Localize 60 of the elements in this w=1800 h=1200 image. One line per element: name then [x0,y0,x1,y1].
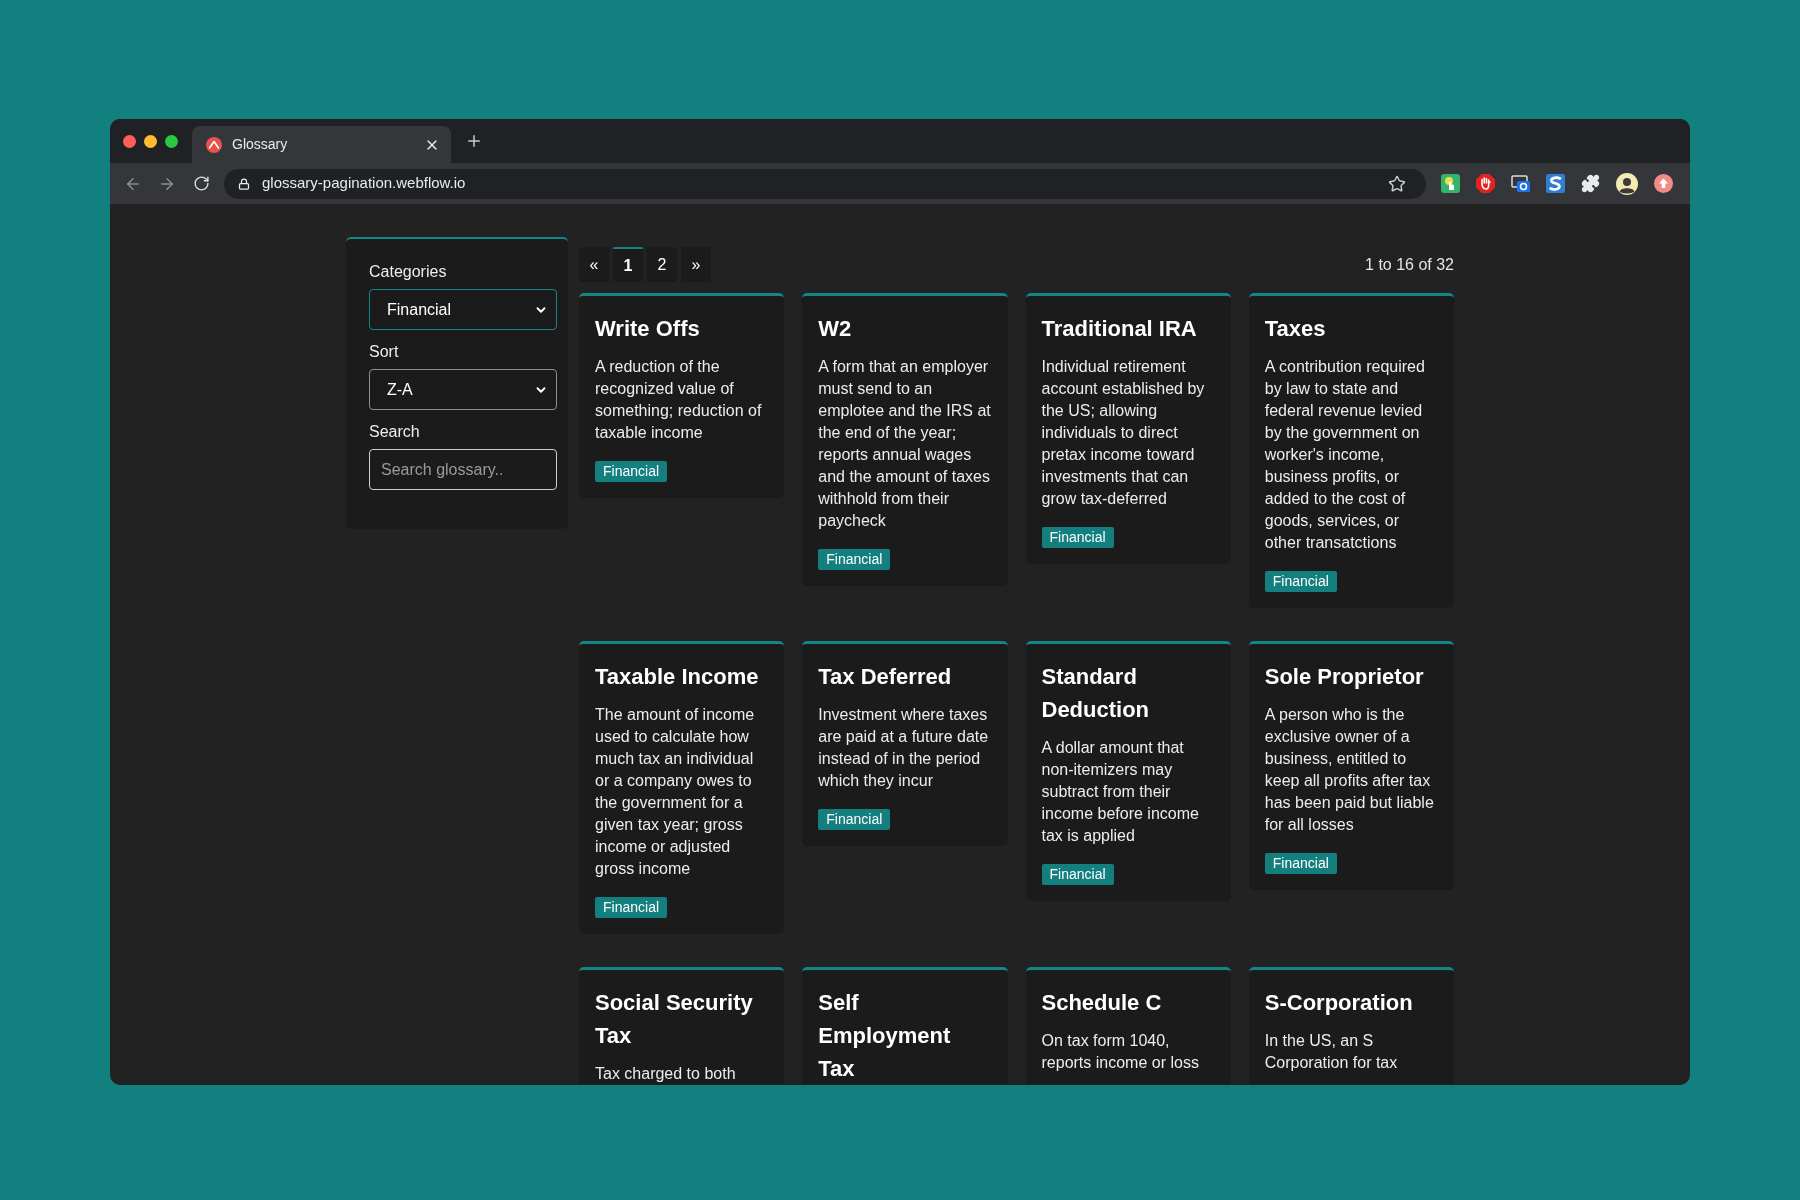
category-tag: Financial [595,461,668,482]
category-tag: Financial [1041,527,1114,548]
card-title: S-Corporation [1264,989,1413,1017]
page-button[interactable]: » [681,247,711,282]
search-field[interactable]: Search glossary.. [369,449,557,490]
card-title: Social Security Tax [595,989,754,1050]
category-tag: Financial [818,809,891,830]
puzzle-icon[interactable] [1581,174,1600,193]
result-count: 1 to 16 of 32 [1365,254,1454,275]
window-close-icon[interactable] [123,134,136,148]
card-description: In the US, an S Corporation for tax [1264,1031,1399,1073]
window-maximize-icon[interactable] [165,134,178,148]
category-tag: Financial [1264,571,1337,592]
stop-hand-icon[interactable] [1476,174,1495,193]
new-tab-icon[interactable] [465,132,483,150]
extension-tile-icon[interactable] [1546,174,1565,193]
card-title: Taxable Income [595,663,759,691]
page-button[interactable]: 2 [647,247,677,282]
card-title: Taxes [1264,315,1326,343]
pointer-tile-icon[interactable] [1441,174,1460,193]
avatar-icon[interactable] [1616,172,1638,195]
camera-icon[interactable] [1511,174,1530,193]
bookmark-star-icon[interactable] [1388,174,1406,193]
url-text: glossary-pagination.webflow.io [262,173,467,194]
card-description: A form that an employer must send to an emplotee and the IRS at the end of the year; reports annual wages and the amount of taxes withhold from their paycheck [818,357,992,531]
category-tag: Financial [1264,853,1337,874]
card-title: Write Offs [595,315,700,343]
category-tag: Financial [818,549,891,570]
sort-select[interactable]: Z-A [369,369,557,410]
card-description: A person who is the exclusive owner of a business, entitled to keep all profits after tax has been paid but liable for all losses [1264,705,1435,835]
card-title: Schedule C [1041,989,1162,1017]
field-label: Search [369,422,421,442]
card-description: The amount of income used to calculate how much tax an individual or a company owes to the government for a given tax year; gross income or adjusted gross income [595,705,756,879]
card-title: W2 [818,315,852,343]
category-tag: Financial [595,897,668,918]
window-minimize-icon[interactable] [144,134,157,148]
lock-icon [238,177,250,190]
favicon-icon [206,136,222,153]
card-description: A reduction of the recognized value of something; reduction of taxable income [595,357,763,443]
card-title: Tax Deferred [818,663,952,691]
card-title: Standard Deduction [1041,663,1151,724]
card-description: Investment where taxes are paid at a future date instead of in the period which they incur [818,705,990,791]
card-description: A contribution required by law to state and federal revenue levied by the government on worker's income, business profits, or added to the cost of goods, services, or other transatctions [1264,357,1426,553]
card-title: Self Employment Tax [818,989,952,1083]
card-description: Tax charged to both [595,1064,736,1084]
address-bar[interactable]: glossary-pagination.webflow.io [224,168,1426,199]
card-title: Traditional IRA [1041,315,1197,343]
field-label: Categories [369,262,448,282]
page-button[interactable]: « [579,247,609,282]
card-description: On tax form 1040, reports income or loss [1041,1031,1200,1073]
card-description: A dollar amount that non-itemizers may subtract from their income before income tax is applied [1041,738,1200,846]
browser-tab[interactable]: Glossary [192,126,451,163]
page-button[interactable]: 1 [613,247,643,282]
card-title: Sole Proprietor [1264,663,1424,691]
category-select[interactable]: Financial [369,289,557,330]
card-description: Individual retirement account established by the US; allowing individuals to direct pretax income toward investments that can grow tax-deferred [1041,357,1206,509]
field-label: Sort [369,342,400,362]
category-tag: Financial [1041,864,1114,885]
reload-icon[interactable] [193,175,210,192]
up-arrow-circle-icon[interactable] [1654,174,1673,193]
